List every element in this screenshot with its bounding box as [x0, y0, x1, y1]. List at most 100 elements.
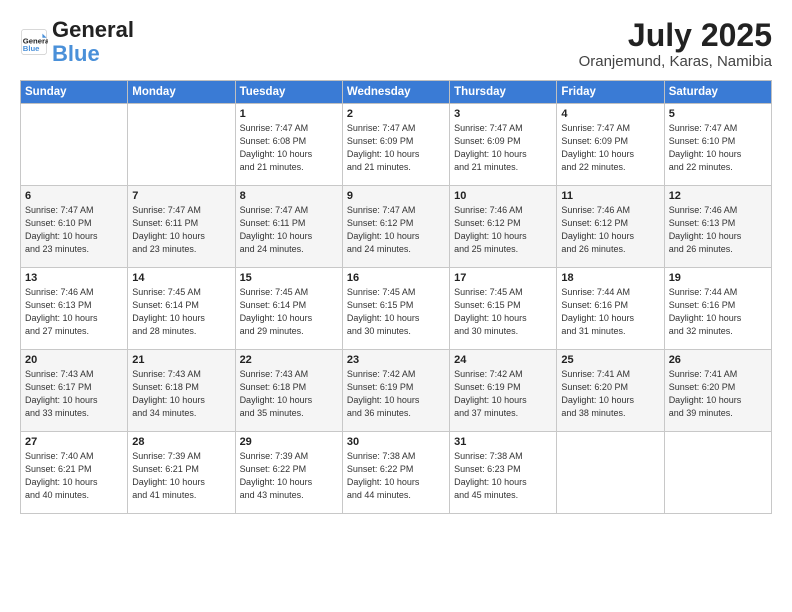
day-detail: Sunrise: 7:42 AM Sunset: 6:19 PM Dayligh…: [347, 368, 445, 420]
calendar-cell: 21 Sunrise: 7:43 AM Sunset: 6:18 PM Dayli…: [128, 350, 235, 432]
calendar-cell: 29 Sunrise: 7:39 AM Sunset: 6:22 PM Dayli…: [235, 432, 342, 514]
day-number: 8: [240, 190, 338, 202]
calendar-cell: 20Sunrise: 7:43 AM Sunset: 6:17 PM Dayli…: [21, 350, 128, 432]
day-detail: Sunrise: 7:47 AM Sunset: 6:11 PM Dayligh…: [240, 204, 338, 256]
calendar-week-row: 1 Sunrise: 7:47 AM Sunset: 6:08 PM Daylig…: [21, 104, 772, 186]
day-number: 28: [132, 436, 230, 448]
day-detail: Sunrise: 7:39 AM Sunset: 6:22 PM Dayligh…: [240, 450, 338, 502]
day-detail: Sunrise: 7:45 AM Sunset: 6:14 PM Dayligh…: [240, 286, 338, 338]
day-number: 14: [132, 272, 230, 284]
logo-general: General: [52, 17, 134, 42]
day-number: 1: [240, 108, 338, 120]
day-number: 27: [25, 436, 123, 448]
day-number: 18: [561, 272, 659, 284]
calendar-cell: 26 Sunrise: 7:41 AM Sunset: 6:20 PM Dayli…: [664, 350, 771, 432]
calendar-table: SundayMondayTuesdayWednesdayThursdayFrid…: [20, 80, 772, 514]
calendar-cell: 31 Sunrise: 7:38 AM Sunset: 6:23 PM Dayli…: [450, 432, 557, 514]
day-detail: Sunrise: 7:44 AM Sunset: 6:16 PM Dayligh…: [561, 286, 659, 338]
calendar-cell: 17 Sunrise: 7:45 AM Sunset: 6:15 PM Dayli…: [450, 268, 557, 350]
calendar-cell: 8 Sunrise: 7:47 AM Sunset: 6:11 PM Daylig…: [235, 186, 342, 268]
day-number: 29: [240, 436, 338, 448]
day-number: 4: [561, 108, 659, 120]
logo-text: General Blue: [52, 18, 134, 66]
day-number: 23: [347, 354, 445, 366]
calendar-week-row: 13Sunrise: 7:46 AM Sunset: 6:13 PM Dayli…: [21, 268, 772, 350]
calendar-week-row: 27Sunrise: 7:40 AM Sunset: 6:21 PM Dayli…: [21, 432, 772, 514]
day-header-thursday: Thursday: [450, 81, 557, 104]
day-detail: Sunrise: 7:38 AM Sunset: 6:23 PM Dayligh…: [454, 450, 552, 502]
day-detail: Sunrise: 7:46 AM Sunset: 6:12 PM Dayligh…: [454, 204, 552, 256]
calendar-cell: 28 Sunrise: 7:39 AM Sunset: 6:21 PM Dayli…: [128, 432, 235, 514]
calendar-cell: [557, 432, 664, 514]
calendar-cell: [664, 432, 771, 514]
day-detail: Sunrise: 7:47 AM Sunset: 6:08 PM Dayligh…: [240, 122, 338, 174]
day-detail: Sunrise: 7:44 AM Sunset: 6:16 PM Dayligh…: [669, 286, 767, 338]
calendar-cell: 25 Sunrise: 7:41 AM Sunset: 6:20 PM Dayli…: [557, 350, 664, 432]
calendar-cell: 6 Sunrise: 7:47 AM Sunset: 6:10 PM Daylig…: [21, 186, 128, 268]
calendar-cell: 15 Sunrise: 7:45 AM Sunset: 6:14 PM Dayli…: [235, 268, 342, 350]
day-number: 11: [561, 190, 659, 202]
calendar-cell: 11 Sunrise: 7:46 AM Sunset: 6:12 PM Dayli…: [557, 186, 664, 268]
location: Oranjemund, Karas, Namibia: [579, 53, 772, 70]
day-number: 10: [454, 190, 552, 202]
day-detail: Sunrise: 7:41 AM Sunset: 6:20 PM Dayligh…: [561, 368, 659, 420]
day-detail: Sunrise: 7:47 AM Sunset: 6:09 PM Dayligh…: [561, 122, 659, 174]
day-detail: Sunrise: 7:47 AM Sunset: 6:09 PM Dayligh…: [454, 122, 552, 174]
calendar-cell: 14 Sunrise: 7:45 AM Sunset: 6:14 PM Dayli…: [128, 268, 235, 350]
day-detail: Sunrise: 7:47 AM Sunset: 6:10 PM Dayligh…: [25, 204, 123, 256]
day-detail: Sunrise: 7:41 AM Sunset: 6:20 PM Dayligh…: [669, 368, 767, 420]
day-detail: Sunrise: 7:43 AM Sunset: 6:18 PM Dayligh…: [132, 368, 230, 420]
calendar-cell: [21, 104, 128, 186]
calendar-week-row: 20Sunrise: 7:43 AM Sunset: 6:17 PM Dayli…: [21, 350, 772, 432]
day-number: 20: [25, 354, 123, 366]
calendar-cell: 7Sunrise: 7:47 AM Sunset: 6:11 PM Daylig…: [128, 186, 235, 268]
day-detail: Sunrise: 7:42 AM Sunset: 6:19 PM Dayligh…: [454, 368, 552, 420]
day-number: 24: [454, 354, 552, 366]
calendar-cell: 5 Sunrise: 7:47 AM Sunset: 6:10 PM Daylig…: [664, 104, 771, 186]
day-detail: Sunrise: 7:39 AM Sunset: 6:21 PM Dayligh…: [132, 450, 230, 502]
day-number: 31: [454, 436, 552, 448]
day-detail: Sunrise: 7:46 AM Sunset: 6:13 PM Dayligh…: [669, 204, 767, 256]
day-header-wednesday: Wednesday: [342, 81, 449, 104]
month-year: July 2025: [579, 18, 772, 53]
calendar-page: General Blue General Blue July 2025 Oran…: [0, 0, 792, 524]
svg-text:Blue: Blue: [23, 44, 40, 53]
calendar-cell: 12 Sunrise: 7:46 AM Sunset: 6:13 PM Dayli…: [664, 186, 771, 268]
logo: General Blue General Blue: [20, 18, 134, 66]
title-block: July 2025 Oranjemund, Karas, Namibia: [579, 18, 772, 70]
day-header-saturday: Saturday: [664, 81, 771, 104]
calendar-cell: 16 Sunrise: 7:45 AM Sunset: 6:15 PM Dayli…: [342, 268, 449, 350]
day-detail: Sunrise: 7:38 AM Sunset: 6:22 PM Dayligh…: [347, 450, 445, 502]
day-number: 21: [132, 354, 230, 366]
day-detail: Sunrise: 7:46 AM Sunset: 6:12 PM Dayligh…: [561, 204, 659, 256]
header: General Blue General Blue July 2025 Oran…: [20, 18, 772, 70]
day-detail: Sunrise: 7:47 AM Sunset: 6:10 PM Dayligh…: [669, 122, 767, 174]
day-detail: Sunrise: 7:47 AM Sunset: 6:09 PM Dayligh…: [347, 122, 445, 174]
day-number: 17: [454, 272, 552, 284]
day-number: 5: [669, 108, 767, 120]
day-number: 26: [669, 354, 767, 366]
calendar-cell: 9Sunrise: 7:47 AM Sunset: 6:12 PM Daylig…: [342, 186, 449, 268]
calendar-cell: 18 Sunrise: 7:44 AM Sunset: 6:16 PM Dayli…: [557, 268, 664, 350]
day-number: 22: [240, 354, 338, 366]
calendar-cell: 13Sunrise: 7:46 AM Sunset: 6:13 PM Dayli…: [21, 268, 128, 350]
day-number: 15: [240, 272, 338, 284]
day-number: 19: [669, 272, 767, 284]
day-detail: Sunrise: 7:45 AM Sunset: 6:15 PM Dayligh…: [454, 286, 552, 338]
calendar-cell: 3Sunrise: 7:47 AM Sunset: 6:09 PM Daylig…: [450, 104, 557, 186]
day-detail: Sunrise: 7:45 AM Sunset: 6:15 PM Dayligh…: [347, 286, 445, 338]
day-number: 6: [25, 190, 123, 202]
day-header-friday: Friday: [557, 81, 664, 104]
day-number: 30: [347, 436, 445, 448]
day-detail: Sunrise: 7:47 AM Sunset: 6:11 PM Dayligh…: [132, 204, 230, 256]
calendar-cell: 27Sunrise: 7:40 AM Sunset: 6:21 PM Dayli…: [21, 432, 128, 514]
day-number: 25: [561, 354, 659, 366]
day-number: 16: [347, 272, 445, 284]
calendar-week-row: 6 Sunrise: 7:47 AM Sunset: 6:10 PM Daylig…: [21, 186, 772, 268]
day-detail: Sunrise: 7:45 AM Sunset: 6:14 PM Dayligh…: [132, 286, 230, 338]
day-number: 2: [347, 108, 445, 120]
day-number: 13: [25, 272, 123, 284]
day-detail: Sunrise: 7:43 AM Sunset: 6:18 PM Dayligh…: [240, 368, 338, 420]
day-header-tuesday: Tuesday: [235, 81, 342, 104]
day-number: 12: [669, 190, 767, 202]
